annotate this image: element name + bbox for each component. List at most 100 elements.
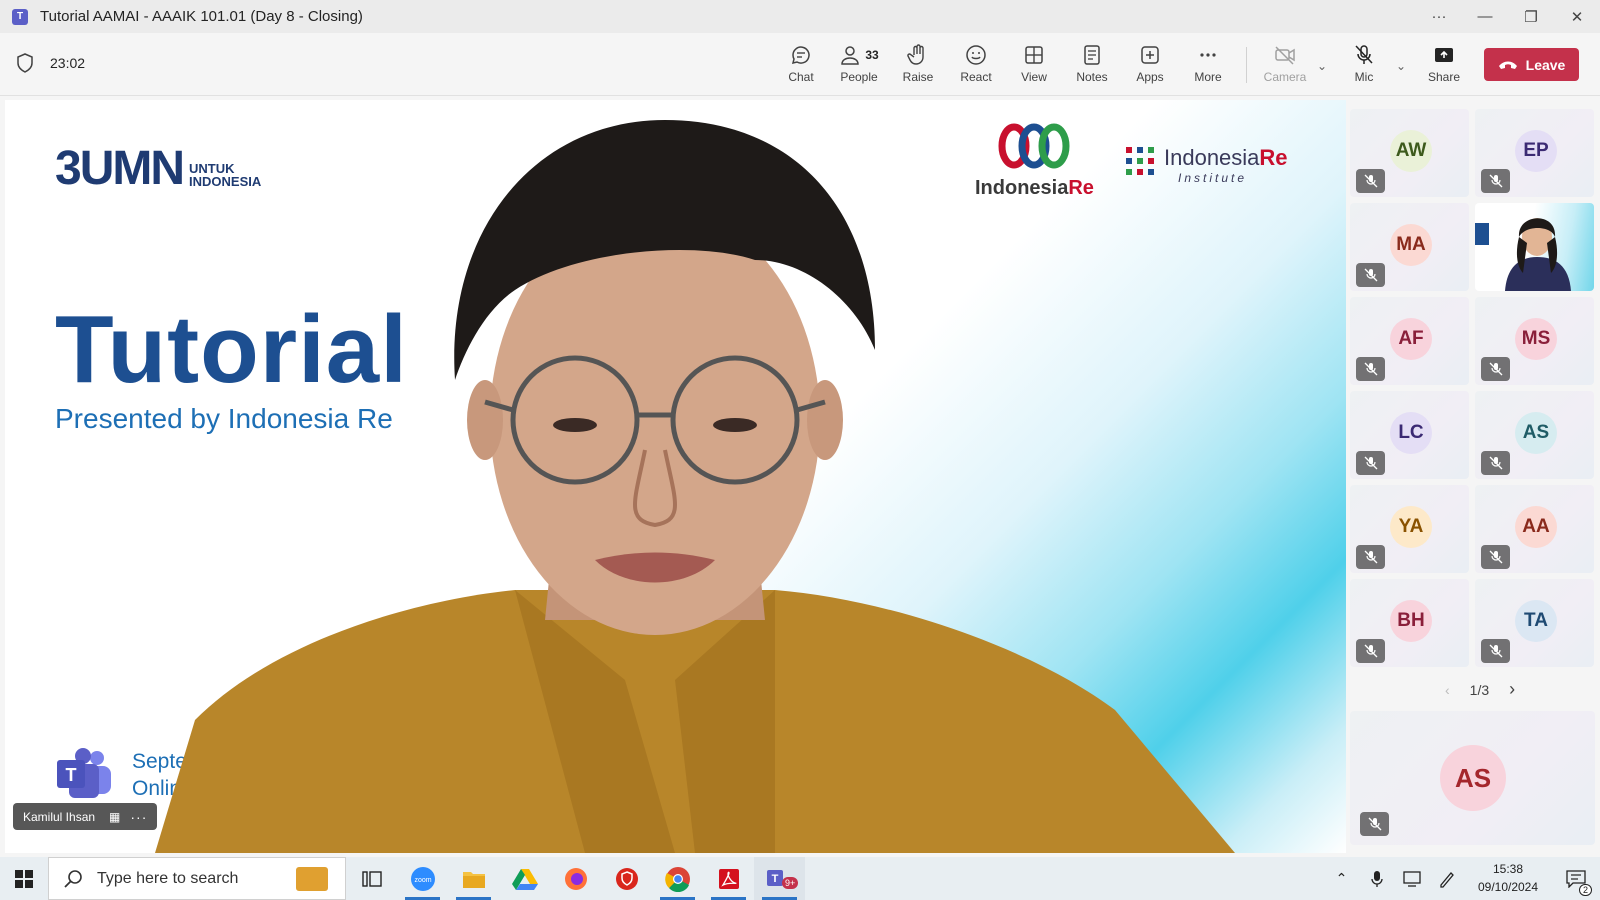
chat-button[interactable]: Chat bbox=[772, 42, 830, 90]
share-button[interactable]: Share bbox=[1415, 42, 1473, 90]
muted-mic-icon bbox=[1360, 812, 1389, 836]
react-button[interactable]: React bbox=[947, 42, 1005, 90]
notification-center-icon[interactable]: 2 bbox=[1552, 869, 1600, 896]
window-title: Tutorial AAMAI - AAAIK 101.01 (Day 8 - C… bbox=[40, 8, 363, 25]
muted-mic-icon bbox=[1481, 639, 1510, 663]
participant-video-tile[interactable] bbox=[1475, 203, 1594, 291]
minimize-button[interactable]: — bbox=[1462, 0, 1508, 33]
muted-mic-icon bbox=[1356, 357, 1385, 381]
notes-button[interactable]: Notes bbox=[1063, 42, 1121, 90]
camera-off-icon bbox=[1275, 46, 1295, 65]
microphone-tray-icon[interactable] bbox=[1359, 870, 1394, 888]
taskbar-zoom-app[interactable]: zoom bbox=[397, 857, 448, 900]
people-icon bbox=[841, 46, 860, 65]
view-button[interactable]: View bbox=[1005, 42, 1063, 90]
maximize-button[interactable]: ❐ bbox=[1508, 0, 1554, 33]
taskbar-clock[interactable]: 15:38 09/10/2024 bbox=[1464, 861, 1552, 896]
more-options-icon[interactable]: ··· bbox=[1416, 0, 1462, 33]
pager-next-chevron-icon[interactable]: › bbox=[1509, 679, 1515, 700]
leave-label: Leave bbox=[1525, 56, 1566, 73]
taskbar-google-drive[interactable] bbox=[499, 857, 550, 900]
view-label: View bbox=[1021, 70, 1047, 84]
show-hidden-icons-chevron-icon[interactable]: ⌃ bbox=[1324, 870, 1359, 887]
apps-button[interactable]: Apps bbox=[1121, 42, 1179, 90]
muted-mic-icon bbox=[1356, 451, 1385, 475]
window-controls: ··· — ❐ ✕ bbox=[1416, 0, 1600, 33]
meeting-timer: 23:02 bbox=[50, 55, 86, 71]
camera-options-chevron-icon[interactable]: ⌄ bbox=[1317, 59, 1327, 73]
grid-view-icon bbox=[1025, 46, 1043, 64]
participant-tile[interactable]: MS bbox=[1475, 297, 1594, 385]
participant-tile[interactable]: LC bbox=[1350, 391, 1469, 479]
teams-app-icon: T bbox=[12, 8, 28, 25]
pen-tray-icon[interactable] bbox=[1429, 870, 1464, 888]
muted-mic-icon bbox=[1481, 451, 1510, 475]
participant-tile[interactable]: AW bbox=[1350, 109, 1469, 197]
participant-tile[interactable]: MA bbox=[1350, 203, 1469, 291]
react-label: React bbox=[960, 70, 992, 84]
notification-count: 2 bbox=[1579, 883, 1593, 896]
zoom-icon: zoom bbox=[410, 866, 435, 891]
start-button[interactable] bbox=[0, 857, 48, 900]
taskbar-teams[interactable]: T 9+ bbox=[754, 857, 805, 900]
folder-icon bbox=[462, 871, 485, 888]
spotlight-participant-tile[interactable]: AS bbox=[1350, 711, 1595, 845]
mic-options-chevron-icon[interactable]: ⌄ bbox=[1396, 59, 1406, 73]
taskbar-acrobat[interactable] bbox=[703, 857, 754, 900]
participant-tile[interactable]: YA bbox=[1350, 485, 1469, 573]
share-label: Share bbox=[1427, 70, 1461, 84]
smiley-icon bbox=[966, 45, 986, 65]
taskbar-security-app[interactable] bbox=[601, 857, 652, 900]
more-button[interactable]: More bbox=[1179, 42, 1237, 90]
participant-avatar: MA bbox=[1390, 224, 1432, 266]
windows-taskbar: Type here to search zoom T 9+ ⌃ 15:38 09… bbox=[0, 857, 1600, 900]
participant-avatar: LC bbox=[1390, 412, 1432, 454]
raise-label: Raise bbox=[902, 70, 934, 84]
spotlight-avatar: AS bbox=[1440, 745, 1506, 811]
participant-tile[interactable]: AS bbox=[1475, 391, 1594, 479]
firefox-icon bbox=[564, 867, 587, 890]
mic-label: Mic bbox=[1354, 70, 1374, 84]
participant-tile[interactable]: EP bbox=[1475, 109, 1594, 197]
muted-mic-icon bbox=[1356, 639, 1385, 663]
participant-avatar: YA bbox=[1390, 506, 1432, 548]
taskbar-chrome[interactable] bbox=[652, 857, 703, 900]
participant-tile[interactable]: BH bbox=[1350, 579, 1469, 667]
presenter-name-tag: Kamilul Ihsan ▦ ··· bbox=[13, 803, 158, 830]
news-widget-icon[interactable] bbox=[296, 866, 329, 891]
people-count: 33 bbox=[865, 48, 879, 62]
search-icon bbox=[64, 869, 82, 888]
teams-logo-icon: T bbox=[57, 748, 111, 798]
ellipsis-icon bbox=[1200, 53, 1216, 57]
participant-tile[interactable]: AA bbox=[1475, 485, 1594, 573]
chrome-icon bbox=[664, 866, 690, 892]
muted-mic-icon bbox=[1481, 545, 1510, 569]
task-view-button[interactable] bbox=[346, 857, 397, 900]
display-tray-icon[interactable] bbox=[1394, 870, 1429, 887]
share-icon bbox=[1435, 48, 1453, 62]
muted-mic-icon bbox=[1481, 169, 1510, 193]
people-button[interactable]: 33 People bbox=[830, 42, 888, 90]
logo-inst-text-2: Re bbox=[1259, 145, 1288, 170]
mic-button[interactable]: Mic bbox=[1335, 42, 1393, 90]
taskbar-file-explorer[interactable] bbox=[448, 857, 499, 900]
pager-label: 1/3 bbox=[1469, 681, 1490, 698]
raise-hand-button[interactable]: Raise bbox=[889, 42, 947, 90]
presenter-more-options-icon[interactable]: ··· bbox=[130, 809, 147, 825]
svg-text:T: T bbox=[66, 765, 77, 785]
participant-pager: ‹ 1/3 › bbox=[1435, 679, 1525, 700]
pager-prev-chevron-icon[interactable]: ‹ bbox=[1445, 682, 1450, 698]
chat-label: Chat bbox=[788, 70, 814, 84]
close-button[interactable]: ✕ bbox=[1554, 0, 1600, 33]
participant-avatar: AW bbox=[1390, 130, 1432, 172]
title-bar: T Tutorial AAMAI - AAAIK 101.01 (Day 8 -… bbox=[0, 0, 1600, 33]
camera-button[interactable]: Camera bbox=[1256, 42, 1314, 90]
taskbar-search-box[interactable]: Type here to search bbox=[48, 857, 346, 900]
apps-plus-icon bbox=[1141, 46, 1159, 64]
hand-icon bbox=[907, 44, 924, 65]
leave-button[interactable]: Leave bbox=[1484, 48, 1579, 81]
taskbar-firefox[interactable] bbox=[550, 857, 601, 900]
more-label: More bbox=[1194, 70, 1222, 84]
participant-tile[interactable]: AF bbox=[1350, 297, 1469, 385]
participant-tile[interactable]: TA bbox=[1475, 579, 1594, 667]
